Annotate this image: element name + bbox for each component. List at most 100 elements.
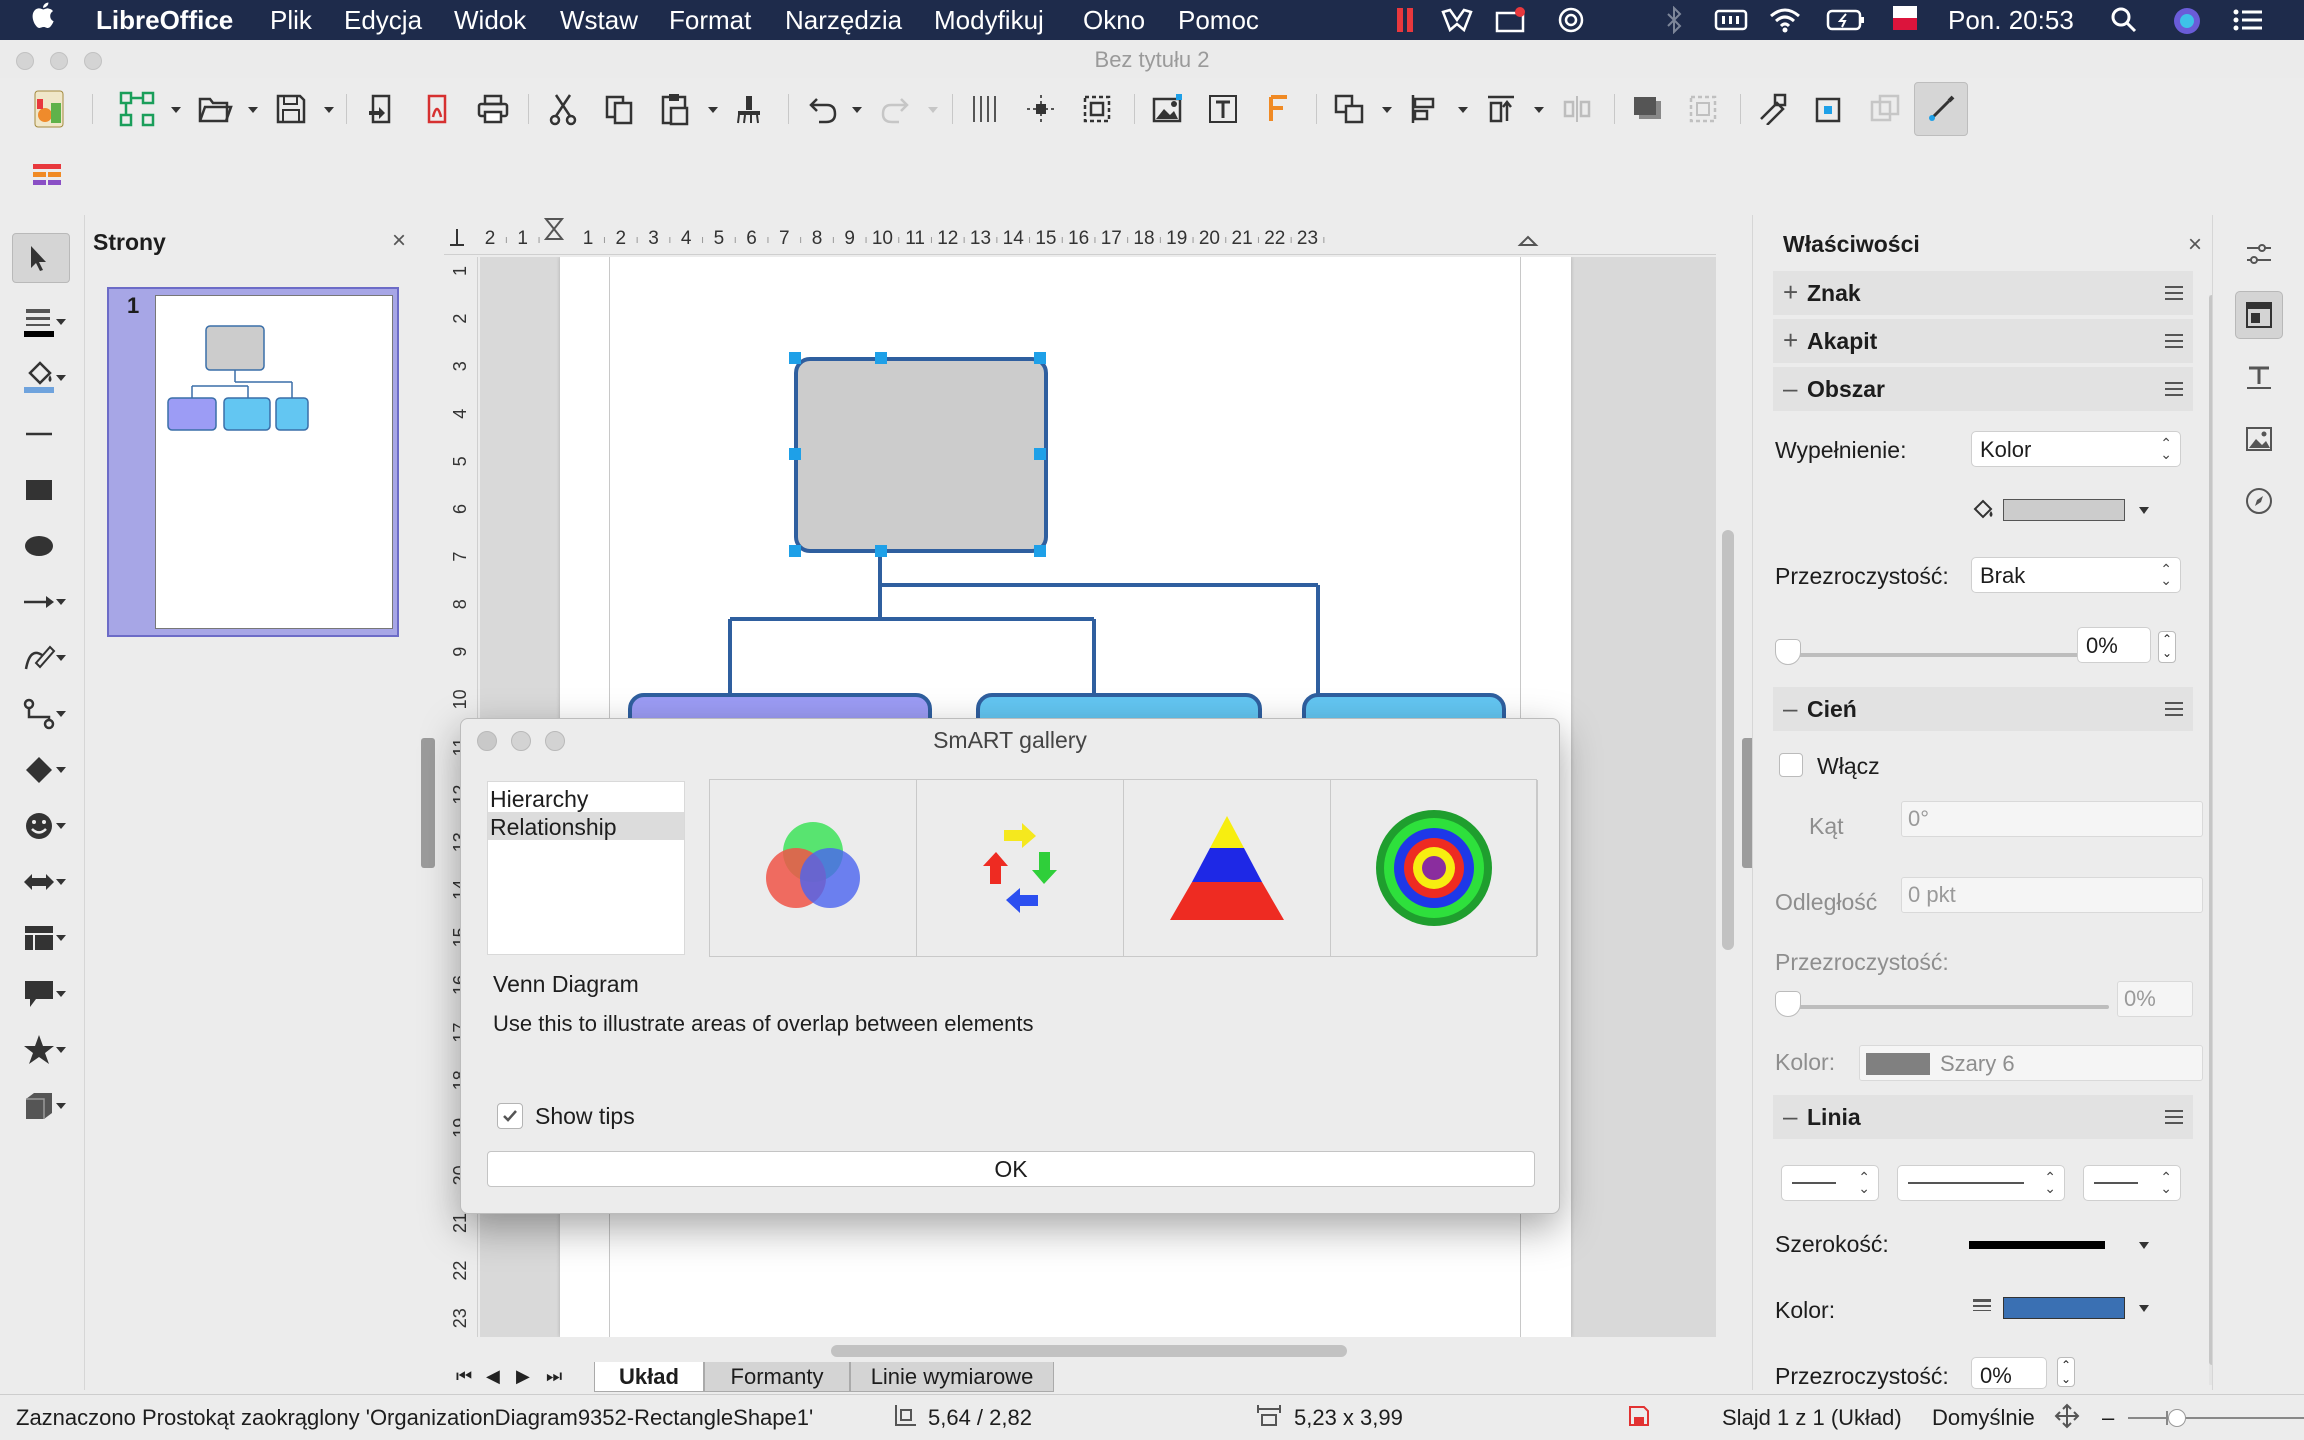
- line-color-tool-icon[interactable]: [12, 297, 70, 347]
- horizontal-ruler[interactable]: 2 1 1 2 3 4 5 6 7 8 9 10 11 12 13 14 15 16 17 18 19 20 21 22 23: [444, 215, 1716, 255]
- shadow-color-select[interactable]: Szary 6: [1859, 1045, 2203, 1081]
- curve-tool-icon[interactable]: [12, 633, 70, 683]
- clipboard-tool-icon[interactable]: [1440, 6, 1474, 34]
- shadow-transparency-field[interactable]: 0%: [2117, 981, 2193, 1017]
- next-tab-icon[interactable]: ▶: [516, 1366, 530, 1387]
- line-end-select[interactable]: ⌃ ⌄: [2083, 1165, 2181, 1201]
- fill-color-tool-icon[interactable]: [12, 353, 70, 403]
- menu-edycja[interactable]: Edycja: [344, 5, 422, 36]
- category-relationship[interactable]: Relationship: [488, 812, 684, 840]
- export-icon[interactable]: [358, 86, 404, 132]
- expand-icon[interactable]: +: [1783, 277, 1798, 308]
- transparency-slider[interactable]: [1781, 653, 2081, 657]
- category-list[interactable]: Hierarchy Relationship: [487, 781, 685, 955]
- zoom-slider-knob[interactable]: [2168, 1409, 2186, 1427]
- edit-points-icon[interactable]: [1914, 82, 1968, 136]
- transformations-icon[interactable]: [1326, 86, 1372, 132]
- notification-center-icon[interactable]: [2232, 8, 2264, 32]
- horizontal-scrollbar[interactable]: [831, 1345, 1347, 1357]
- slides-panel-splitter[interactable]: [421, 738, 435, 868]
- creative-cloud-icon[interactable]: [1554, 6, 1588, 34]
- category-hierarchy[interactable]: Hierarchy: [488, 784, 684, 812]
- tab-uklad[interactable]: Układ: [594, 1362, 704, 1392]
- zoom-out-icon[interactable]: –: [2102, 1405, 2114, 1431]
- ellipse-tool-icon[interactable]: [12, 521, 70, 571]
- recording-icon[interactable]: [1394, 6, 1418, 34]
- paste-icon[interactable]: [652, 86, 698, 132]
- menu-plik[interactable]: Plik: [270, 5, 312, 36]
- menu-icon[interactable]: [2165, 702, 2183, 716]
- callouts-tool-icon[interactable]: [12, 969, 70, 1019]
- arrow-line-tool-icon[interactable]: [12, 577, 70, 627]
- right-margin-marker-icon[interactable]: [1517, 235, 1539, 246]
- selected-rounded-rectangle[interactable]: [794, 357, 1048, 553]
- menu-icon[interactable]: [2165, 1110, 2183, 1124]
- line-start-select[interactable]: ⌃ ⌄: [1781, 1165, 1879, 1201]
- fill-color-dropdown-icon[interactable]: [2139, 507, 2149, 514]
- target-thumbnail[interactable]: [1331, 780, 1538, 956]
- rectangle-tool-icon[interactable]: [12, 465, 70, 515]
- copy-icon[interactable]: [596, 86, 642, 132]
- tab-stop-icon[interactable]: [450, 229, 464, 246]
- shadow-distance-field[interactable]: 0 pkt: [1901, 877, 2203, 913]
- indent-marker-icon[interactable]: [543, 218, 565, 240]
- transparency-select[interactable]: Brak ⌃ ⌄: [1971, 557, 2181, 593]
- cycle-arrows-thumbnail[interactable]: [917, 780, 1124, 956]
- gallery-tab-icon[interactable]: [2235, 415, 2283, 463]
- close-icon[interactable]: ×: [392, 227, 406, 255]
- arrange-icon[interactable]: [1478, 86, 1524, 132]
- siri-icon[interactable]: [2172, 6, 2202, 36]
- menu-icon[interactable]: [2165, 286, 2183, 300]
- bluetooth-icon[interactable]: [1664, 6, 1684, 34]
- battery-icon[interactable]: [1826, 8, 1866, 32]
- smart-diagram-icon[interactable]: [114, 86, 160, 132]
- symbol-shapes-tool-icon[interactable]: [12, 801, 70, 851]
- collapse-icon[interactable]: –: [1783, 1101, 1797, 1132]
- cut-icon[interactable]: [540, 86, 586, 132]
- transparency-slider-knob[interactable]: [1775, 639, 1801, 665]
- export-pdf-icon[interactable]: [414, 86, 460, 132]
- section-znak[interactable]: + Znak: [1773, 271, 2193, 315]
- line-width-dropdown-icon[interactable]: [2139, 1242, 2149, 1249]
- sidebar-settings-icon[interactable]: [2235, 231, 2283, 279]
- show-tips-checkbox[interactable]: [497, 1103, 523, 1129]
- undo-icon[interactable]: [800, 86, 846, 132]
- input-source-flag-icon[interactable]: [1890, 4, 1920, 36]
- select-tool-icon[interactable]: [12, 233, 70, 283]
- helplines-icon[interactable]: [1018, 86, 1064, 132]
- prev-tab-icon[interactable]: ◀: [486, 1366, 500, 1387]
- expand-icon[interactable]: +: [1783, 325, 1798, 356]
- start-center-icon[interactable]: [24, 84, 74, 134]
- connector-tool-icon[interactable]: [12, 689, 70, 739]
- properties-tab-icon[interactable]: [2235, 291, 2283, 339]
- collapse-icon[interactable]: –: [1783, 373, 1797, 404]
- insert-image-icon[interactable]: [1144, 86, 1190, 132]
- print-icon[interactable]: [470, 86, 516, 132]
- line-color-dropdown-icon[interactable]: [2139, 1305, 2149, 1312]
- fit-slide-icon[interactable]: [2054, 1403, 2080, 1429]
- slide-layout-icon[interactable]: [24, 152, 70, 198]
- venn-diagram-thumbnail[interactable]: [710, 780, 917, 956]
- grid-icon[interactable]: [962, 86, 1008, 132]
- section-cien[interactable]: – Cień: [1773, 687, 2193, 731]
- transparency-spinner[interactable]: ⌃ ⌄: [2158, 631, 2176, 663]
- menu-narzedzia[interactable]: Narzędzia: [785, 5, 902, 36]
- clock[interactable]: Pon. 20:53: [1948, 5, 2074, 36]
- flowchart-tool-icon[interactable]: [12, 913, 70, 963]
- fill-type-select[interactable]: Kolor ⌃ ⌄: [1971, 431, 2181, 467]
- block-arrows-tool-icon[interactable]: [12, 857, 70, 907]
- ok-button[interactable]: OK: [487, 1151, 1535, 1187]
- vertical-scrollbar[interactable]: [1722, 530, 1734, 950]
- menu-format[interactable]: Format: [669, 5, 751, 36]
- open-icon[interactable]: [192, 86, 238, 132]
- basic-shapes-tool-icon[interactable]: [12, 745, 70, 795]
- show-tips-label[interactable]: Show tips: [535, 1103, 635, 1130]
- spotlight-search-icon[interactable]: [2110, 6, 2138, 34]
- shadow-icon[interactable]: [1624, 86, 1670, 132]
- menu-wstaw[interactable]: Wstaw: [560, 5, 638, 36]
- glue-points-icon[interactable]: [1806, 86, 1852, 132]
- shadow-transparency-slider-knob[interactable]: [1775, 991, 1801, 1017]
- menu-icon[interactable]: [2165, 382, 2183, 396]
- fill-color-swatch[interactable]: [2003, 499, 2125, 521]
- transparency-percent-field[interactable]: 0%: [2077, 627, 2151, 663]
